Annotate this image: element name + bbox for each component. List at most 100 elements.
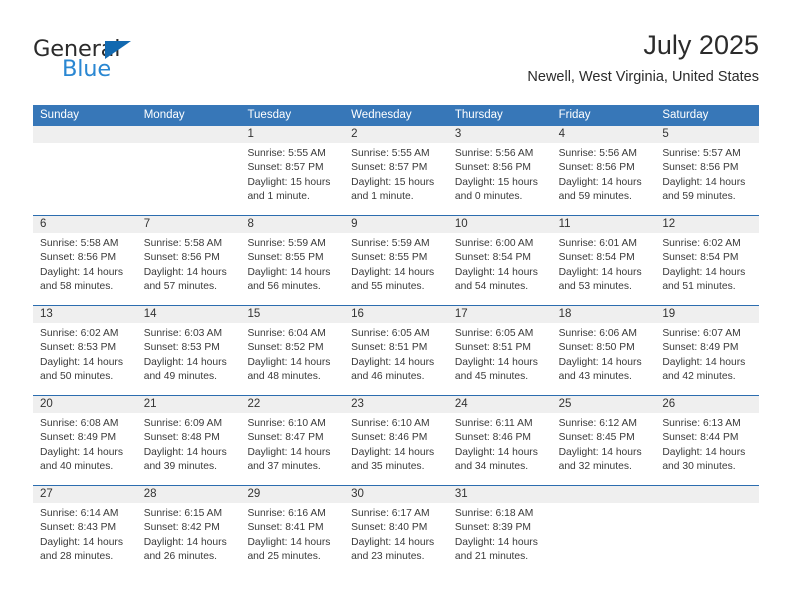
day-cell-28[interactable]: 28 Sunrise: 6:15 AM Sunset: 8:42 PM Dayligh… [136,486,241,575]
daylight-text-line1: Daylight: 14 hours [351,356,435,368]
daylight-text-line2: and 35 minutes. [351,461,425,473]
sunset-text: Sunset: 8:44 PM [662,432,739,444]
day-number-band: 27 [33,486,137,503]
day-number: 7 [143,218,151,230]
sunrise-text: Sunrise: 6:12 AM [558,418,638,429]
sunset-text: Sunset: 8:56 PM [143,252,220,264]
day-cell-30[interactable]: 30 Sunrise: 6:17 AM Sunset: 8:40 PM Dayligh… [344,486,448,575]
day-cell-19[interactable]: 19 Sunrise: 6:07 AM Sunset: 8:49 PM Dayligh… [655,306,760,395]
sunset-text: Sunset: 8:41 PM [247,522,324,534]
day-number-band: 7 [136,216,241,233]
day-number-band: 3 [447,126,552,143]
day-cell-29[interactable]: 29 Sunrise: 6:16 AM Sunset: 8:41 PM Dayligh… [240,486,345,575]
day-cell-15[interactable]: 15 Sunrise: 6:04 AM Sunset: 8:52 PM Dayligh… [240,306,345,395]
day-cell-5[interactable]: 5 Sunrise: 5:57 AM Sunset: 8:56 PM Daylight… [655,126,760,215]
day-cell-12[interactable]: 12 Sunrise: 6:02 AM Sunset: 8:54 PM Dayligh… [655,216,760,305]
day-number: 19 [662,308,676,320]
day-number: 13 [40,308,53,320]
daylight-text-line1: Daylight: 14 hours [143,356,227,368]
daylight-text-line1: Daylight: 14 hours [143,266,227,278]
sunrise-text: Sunrise: 5:57 AM [662,148,741,159]
day-cell-1[interactable]: 1 Sunrise: 5:55 AM Sunset: 8:57 PM Daylight… [240,126,345,215]
day-number: 11 [558,218,571,230]
day-number: 24 [454,398,468,410]
day-cell-9[interactable]: 9 Sunrise: 5:59 AM Sunset: 8:55 PM Daylight… [344,216,448,305]
daylight-text-line1: Daylight: 14 hours [662,176,746,188]
day-cell-26[interactable]: 26 Sunrise: 6:13 AM Sunset: 8:44 PM Dayligh… [655,396,760,485]
sunrise-text: Sunrise: 5:59 AM [351,238,430,249]
calendar-week-row: 1 Sunrise: 5:55 AM Sunset: 8:57 PM Daylight… [33,126,760,215]
daylight-text-line1: Daylight: 14 hours [351,446,435,458]
sunrise-text: Sunrise: 6:00 AM [454,238,534,249]
day-number-band: 25 [551,396,656,413]
day-cell-empty [655,486,760,575]
daylight-text-line1: Daylight: 14 hours [40,266,123,278]
daylight-text-line2: and 1 minute. [351,191,414,203]
day-cell-13[interactable]: 13 Sunrise: 6:02 AM Sunset: 8:53 PM Dayligh… [33,306,137,395]
daylight-text-line2: and 0 minutes. [454,191,523,203]
daylight-text-line2: and 30 minutes. [662,461,736,473]
day-detail-body: Sunrise: 6:00 AM Sunset: 8:54 PM Daylight:… [448,233,552,305]
day-cell-17[interactable]: 17 Sunrise: 6:05 AM Sunset: 8:51 PM Dayligh… [447,306,552,395]
day-cell-22[interactable]: 22 Sunrise: 6:10 AM Sunset: 8:47 PM Dayligh… [240,396,345,485]
day-cell-21[interactable]: 21 Sunrise: 6:09 AM Sunset: 8:48 PM Dayligh… [136,396,241,485]
day-cell-31[interactable]: 31 Sunrise: 6:18 AM Sunset: 8:39 PM Dayligh… [447,486,552,575]
day-number-band: 10 [447,216,552,233]
sunset-text: Sunset: 8:43 PM [40,522,117,534]
day-cell-27[interactable]: 27 Sunrise: 6:14 AM Sunset: 8:43 PM Dayligh… [33,486,137,575]
day-number-band: 14 [136,306,241,323]
day-cell-23[interactable]: 23 Sunrise: 6:10 AM Sunset: 8:46 PM Dayligh… [344,396,448,485]
daylight-text-line1: Daylight: 14 hours [454,356,538,368]
day-number: 14 [143,308,157,320]
day-cell-11[interactable]: 11 Sunrise: 6:01 AM Sunset: 8:54 PM Dayligh… [551,216,656,305]
sunset-text: Sunset: 8:46 PM [351,432,428,444]
sunrise-text: Sunrise: 6:08 AM [40,418,119,429]
day-cell-18[interactable]: 18 Sunrise: 6:06 AM Sunset: 8:50 PM Dayligh… [551,306,656,395]
day-number: 27 [40,488,53,500]
day-cell-4[interactable]: 4 Sunrise: 5:56 AM Sunset: 8:56 PM Daylight… [551,126,656,215]
day-number: 3 [454,128,462,140]
daylight-text-line1: Daylight: 14 hours [454,446,538,458]
day-number-band: 20 [33,396,137,413]
day-cell-8[interactable]: 8 Sunrise: 5:59 AM Sunset: 8:55 PM Daylight… [240,216,345,305]
day-detail-body: Sunrise: 5:59 AM Sunset: 8:55 PM Daylight:… [240,233,344,305]
day-number: 5 [662,128,669,140]
sunrise-text: Sunrise: 6:10 AM [247,418,326,429]
day-cell-24[interactable]: 24 Sunrise: 6:11 AM Sunset: 8:46 PM Dayligh… [447,396,552,485]
day-detail-body [655,503,759,575]
day-number-band: 4 [551,126,656,143]
sunset-text: Sunset: 8:42 PM [143,522,220,534]
day-number-band: 29 [240,486,345,503]
sunset-text: Sunset: 8:56 PM [662,162,739,174]
sunrise-text: Sunrise: 6:03 AM [143,328,223,339]
day-number-band: 23 [344,396,448,413]
sunset-text: Sunset: 8:53 PM [143,342,220,354]
day-cell-20[interactable]: 20 Sunrise: 6:08 AM Sunset: 8:49 PM Dayligh… [33,396,137,485]
daylight-text-line1: Daylight: 14 hours [247,266,331,278]
day-detail-body: Sunrise: 5:55 AM Sunset: 8:57 PM Daylight:… [240,143,344,215]
day-number: 2 [351,128,358,140]
sunset-text: Sunset: 8:54 PM [662,252,739,264]
sunrise-text: Sunrise: 6:09 AM [143,418,223,429]
day-cell-14[interactable]: 14 Sunrise: 6:03 AM Sunset: 8:53 PM Dayligh… [136,306,241,395]
sunrise-text: Sunrise: 5:56 AM [454,148,534,159]
day-cell-25[interactable]: 25 Sunrise: 6:12 AM Sunset: 8:45 PM Dayligh… [551,396,656,485]
sunrise-text: Sunrise: 6:06 AM [558,328,638,339]
day-detail-body: Sunrise: 5:55 AM Sunset: 8:57 PM Daylight:… [344,143,448,215]
day-cell-16[interactable]: 16 Sunrise: 6:05 AM Sunset: 8:51 PM Dayligh… [344,306,448,395]
day-cell-7[interactable]: 7 Sunrise: 5:58 AM Sunset: 8:56 PM Daylight… [136,216,241,305]
day-cell-3[interactable]: 3 Sunrise: 5:56 AM Sunset: 8:56 PM Daylight… [447,126,552,215]
daylight-text-line2: and 55 minutes. [351,281,425,293]
day-number-band: 2 [344,126,448,143]
day-number: 30 [351,488,364,500]
day-number-band [33,126,137,143]
daylight-text-line2: and 48 minutes. [247,371,321,383]
day-cell-2[interactable]: 2 Sunrise: 5:55 AM Sunset: 8:57 PM Daylight… [344,126,448,215]
general-blue-logo[interactable]: General Blue [33,36,233,94]
day-cell-10[interactable]: 10 Sunrise: 6:00 AM Sunset: 8:54 PM Dayligh… [447,216,552,305]
day-number: 25 [558,398,572,410]
daylight-text-line2: and 46 minutes. [351,371,425,383]
day-cell-6[interactable]: 6 Sunrise: 5:58 AM Sunset: 8:56 PM Daylight… [33,216,137,305]
day-detail-body [137,143,241,215]
daylight-text-line1: Daylight: 14 hours [558,266,642,278]
